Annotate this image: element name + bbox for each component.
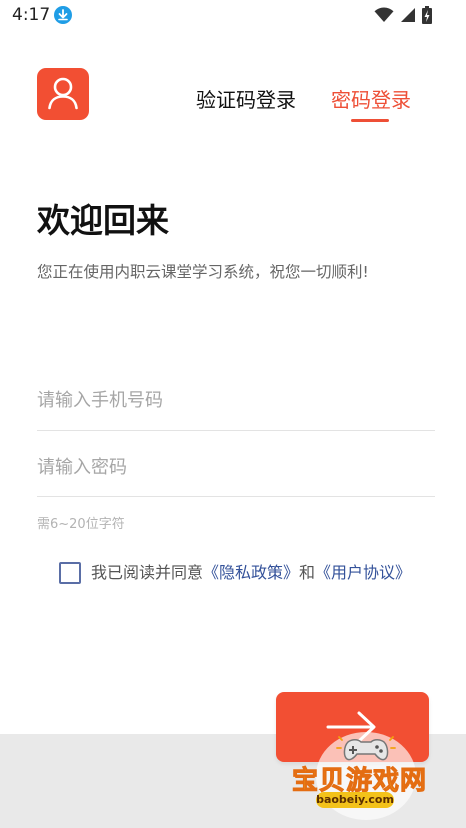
status-icons	[374, 6, 432, 24]
privacy-policy-link[interactable]: 《隐私政策》	[203, 563, 299, 582]
signal-icon	[401, 8, 415, 22]
watermark-domain: baobeiy.com	[316, 792, 394, 808]
user-agreement-link[interactable]: 《用户协议》	[315, 563, 411, 582]
agreement-prefix: 我已阅读并同意	[91, 563, 204, 582]
download-icon	[54, 6, 72, 24]
password-input[interactable]	[37, 451, 435, 483]
page-subtitle: 您正在使用内职云课堂学习系统，祝您一切顺利!	[37, 263, 369, 281]
divider	[37, 430, 435, 431]
agreement-conjunction: 和	[299, 563, 316, 582]
tab-sms-login[interactable]: 验证码登录	[196, 86, 296, 114]
watermark-logo: 宝贝游戏网 baobeiy.com	[291, 730, 442, 822]
status-time: 4:17	[12, 5, 51, 25]
wifi-icon	[374, 7, 394, 23]
battery-charging-icon	[422, 6, 432, 24]
app-logo	[37, 68, 89, 120]
phone-input[interactable]	[37, 384, 435, 416]
status-bar: 4:17	[0, 0, 466, 32]
active-tab-indicator	[351, 119, 389, 122]
agreement-text: 我已阅读并同意《隐私政策》和《用户协议》	[91, 561, 411, 585]
password-hint: 需6~20位字符	[37, 517, 125, 532]
page-title: 欢迎回来	[37, 201, 169, 240]
tab-password-login[interactable]: 密码登录	[331, 86, 411, 114]
user-icon	[48, 77, 78, 110]
agreement-checkbox[interactable]	[59, 562, 81, 584]
divider	[37, 496, 435, 497]
